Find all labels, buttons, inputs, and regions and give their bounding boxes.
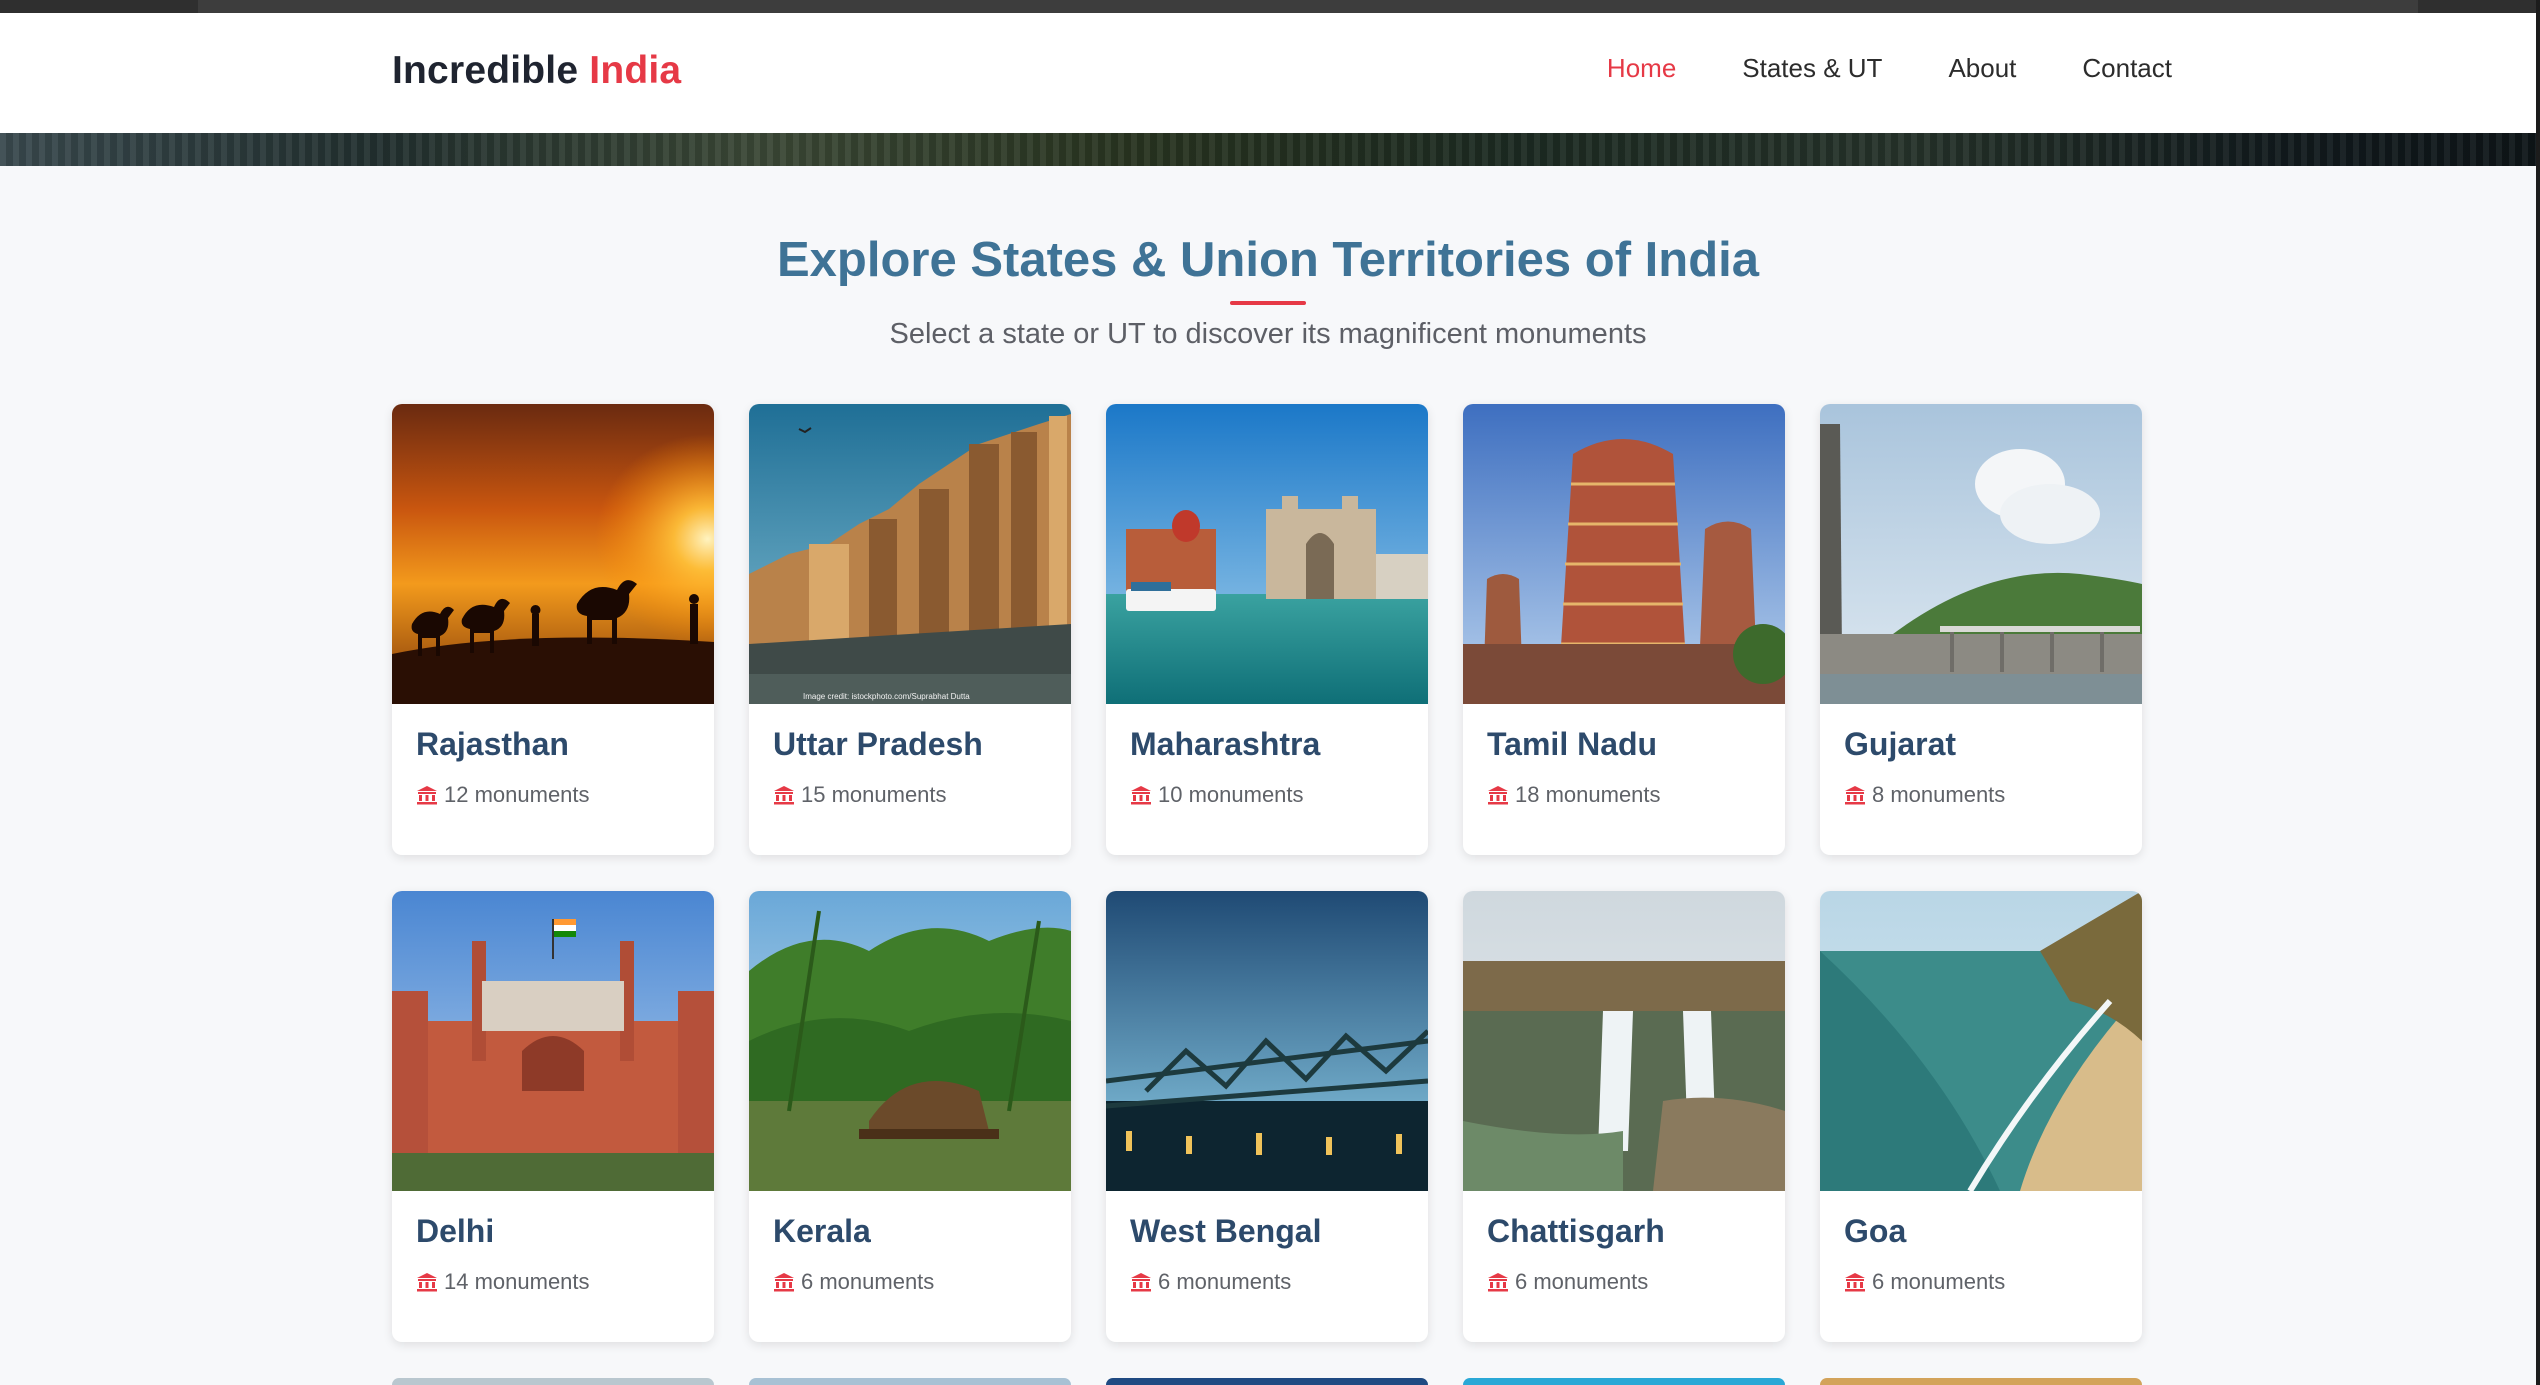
state-card-gujarat[interactable]: Gujarat 8 monuments xyxy=(1820,404,2142,855)
state-card-rajasthan[interactable]: Rajasthan 12 monuments xyxy=(392,404,714,855)
state-card-west-bengal[interactable]: West Bengal 6 monuments xyxy=(1106,891,1428,1342)
state-name: Uttar Pradesh xyxy=(773,726,983,762)
nav-home[interactable]: Home xyxy=(1607,53,1676,84)
landmark-icon xyxy=(1844,1272,1866,1292)
section-subtitle: Select a state or UT to discover its mag… xyxy=(889,318,1647,350)
monument-count-text: 15 monuments xyxy=(801,782,947,807)
state-card-tamil-nadu[interactable]: Tamil Nadu 18 monuments xyxy=(1463,404,1785,855)
delhi-image xyxy=(392,891,714,1191)
monument-count: 15 monuments xyxy=(773,782,947,808)
landmark-icon xyxy=(1130,785,1152,805)
monument-count-text: 6 monuments xyxy=(1515,1269,1649,1294)
state-card-chattisgarh[interactable]: Chattisgarh 6 monuments xyxy=(1463,891,1785,1342)
rajasthan-image xyxy=(392,404,714,704)
goa-image xyxy=(1820,891,2142,1191)
monument-count: 12 monuments xyxy=(416,782,590,808)
landmark-icon xyxy=(416,1272,438,1292)
landmark-icon xyxy=(1130,1272,1152,1292)
title-underline xyxy=(1230,301,1306,305)
monument-count-text: 18 monuments xyxy=(1515,782,1661,807)
hero-image-strip xyxy=(0,133,2536,166)
state-name: West Bengal xyxy=(1130,1213,1322,1249)
landmark-icon xyxy=(773,785,795,805)
state-card-goa[interactable]: Goa 6 monuments xyxy=(1820,891,2142,1342)
state-name: Goa xyxy=(1844,1213,1907,1249)
card-peek xyxy=(749,1378,1071,1385)
monument-count: 18 monuments xyxy=(1487,782,1661,808)
nav-contact[interactable]: Contact xyxy=(2082,53,2172,84)
monument-count-text: 14 monuments xyxy=(444,1269,590,1294)
landmark-icon xyxy=(1487,785,1509,805)
card-peek xyxy=(1463,1378,1785,1385)
west-bengal-image xyxy=(1106,891,1428,1191)
window-edge xyxy=(2536,0,2540,1385)
main-nav: Home States & UT About Contact xyxy=(1607,53,2172,84)
state-name: Tamil Nadu xyxy=(1487,726,1658,762)
state-card-kerala[interactable]: Kerala 6 monuments xyxy=(749,891,1071,1342)
monument-count: 6 monuments xyxy=(773,1269,934,1295)
monument-count-text: 6 monuments xyxy=(1158,1269,1292,1294)
monument-count-text: 10 monuments xyxy=(1158,782,1304,807)
card-peek xyxy=(392,1378,714,1385)
monument-count: 10 monuments xyxy=(1130,782,1304,808)
card-peek xyxy=(1106,1378,1428,1385)
state-card-maharashtra[interactable]: Maharashtra 10 monuments xyxy=(1106,404,1428,855)
brand-logo[interactable]: Incredible India xyxy=(392,49,681,93)
monument-count-text: 8 monuments xyxy=(1872,782,2006,807)
monument-count: 6 monuments xyxy=(1130,1269,1291,1295)
browser-top-strip xyxy=(0,0,2540,13)
nav-states-ut[interactable]: States & UT xyxy=(1742,53,1882,84)
section-title: Explore States & Union Territories of In… xyxy=(777,233,1759,287)
states-grid: Rajasthan 12 monuments Image credit: ist… xyxy=(392,404,2142,1342)
state-card-uttar-pradesh[interactable]: Image credit: istockphoto.com/Suprabhat … xyxy=(749,404,1071,855)
brand-text: Incredible xyxy=(392,49,579,92)
monument-count: 14 monuments xyxy=(416,1269,590,1295)
uttar-pradesh-image: Image credit: istockphoto.com/Suprabhat … xyxy=(749,404,1071,704)
state-name: Rajasthan xyxy=(416,726,569,762)
navbar: Incredible India Home States & UT About … xyxy=(0,13,2536,133)
brand-accent: India xyxy=(589,49,682,92)
maharashtra-image xyxy=(1106,404,1428,704)
nav-about[interactable]: About xyxy=(1948,53,2016,84)
monument-count-text: 6 monuments xyxy=(1872,1269,2006,1294)
monument-count-text: 12 monuments xyxy=(444,782,590,807)
card-peek xyxy=(1820,1378,2142,1385)
landmark-icon xyxy=(773,1272,795,1292)
kerala-image xyxy=(749,891,1071,1191)
landmark-icon xyxy=(1844,785,1866,805)
state-card-delhi[interactable]: Delhi 14 monuments xyxy=(392,891,714,1342)
state-name: Delhi xyxy=(416,1213,495,1249)
image-credit: Image credit: istockphoto.com/Suprabhat … xyxy=(803,692,970,701)
monument-count: 6 monuments xyxy=(1844,1269,2005,1295)
chattisgarh-image xyxy=(1463,891,1785,1191)
landmark-icon xyxy=(1487,1272,1509,1292)
state-name: Gujarat xyxy=(1844,726,1957,762)
state-name: Maharashtra xyxy=(1130,726,1321,762)
tamil-nadu-image xyxy=(1463,404,1785,704)
state-name: Kerala xyxy=(773,1213,871,1249)
monument-count: 8 monuments xyxy=(1844,782,2005,808)
landmark-icon xyxy=(416,785,438,805)
gujarat-image xyxy=(1820,404,2142,704)
monument-count: 6 monuments xyxy=(1487,1269,1648,1295)
monument-count-text: 6 monuments xyxy=(801,1269,935,1294)
state-name: Chattisgarh xyxy=(1487,1213,1665,1249)
next-row-peek xyxy=(392,1378,2142,1385)
